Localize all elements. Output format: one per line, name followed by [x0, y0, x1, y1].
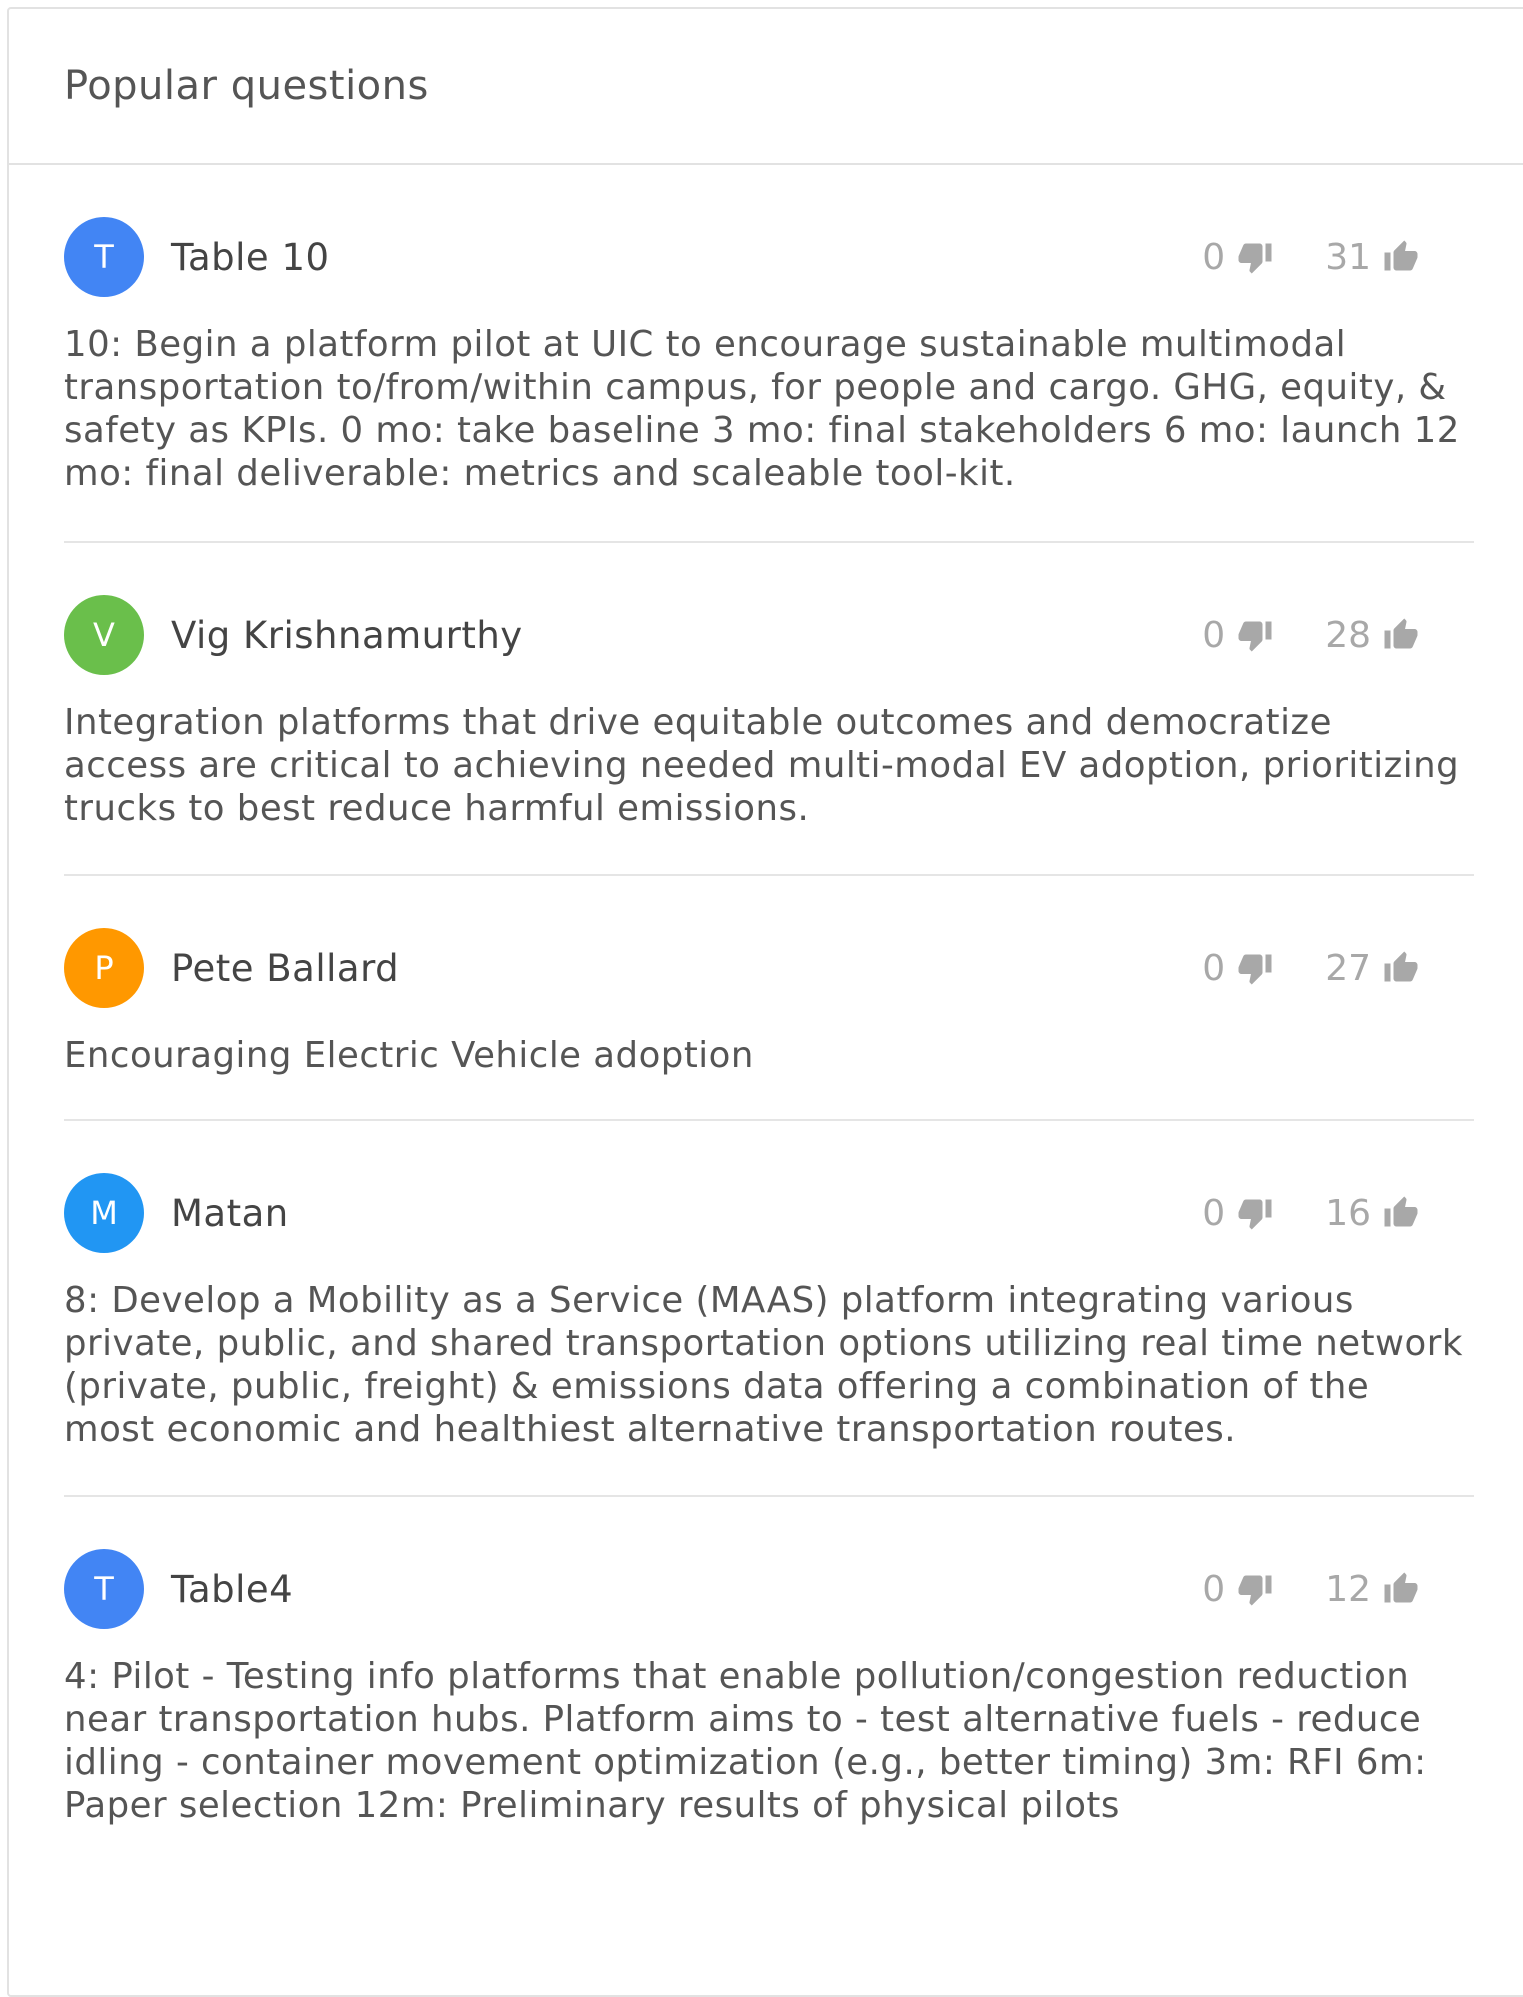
panel-header: Popular questions [9, 9, 1523, 165]
question-header: V Vig Krishnamurthy 0 28 [64, 595, 1474, 675]
question-list: T Table 10 0 31 10: Begin a platform pil… [9, 165, 1523, 1867]
question-text: Encouraging Electric Vehicle adoption [64, 1035, 754, 1076]
avatar: T [64, 217, 144, 297]
avatar: T [64, 1549, 144, 1629]
upvote-button[interactable]: 16 [1325, 1193, 1419, 1234]
thumbs-down-icon [1238, 954, 1272, 985]
avatar: M [64, 1173, 144, 1253]
downvote-count: 0 [1202, 1192, 1226, 1234]
thumbs-up-icon [1384, 1196, 1418, 1227]
downvote-button[interactable]: 0 [1202, 1193, 1273, 1234]
author-name: Table 10 [171, 235, 330, 279]
upvote-button[interactable]: 12 [1325, 1569, 1419, 1610]
question-item: V Vig Krishnamurthy 0 28 Integration pla… [64, 543, 1474, 876]
downvote-button[interactable]: 0 [1202, 948, 1273, 989]
upvote-button[interactable]: 28 [1325, 615, 1419, 656]
thumbs-down-icon [1238, 243, 1272, 274]
downvote-button[interactable]: 0 [1202, 1569, 1273, 1610]
thumbs-down-icon [1238, 1199, 1272, 1230]
upvote-button[interactable]: 27 [1325, 948, 1419, 989]
popular-questions-panel: Popular questions T Table 10 0 31 10: Be… [7, 7, 1523, 1997]
author-name: Pete Ballard [171, 946, 400, 990]
upvote-count: 28 [1325, 614, 1371, 656]
thumbs-up-icon [1384, 618, 1418, 649]
question-header: T Table4 0 12 [64, 1549, 1474, 1629]
author-name: Vig Krishnamurthy [171, 613, 523, 657]
thumbs-up-icon [1384, 951, 1418, 982]
upvote-count: 16 [1325, 1192, 1371, 1234]
avatar: P [64, 928, 144, 1008]
author-name: Table4 [171, 1567, 294, 1611]
downvote-count: 0 [1202, 236, 1226, 278]
thumbs-down-icon [1238, 1575, 1272, 1606]
avatar: V [64, 595, 144, 675]
thumbs-up-icon [1384, 240, 1418, 271]
vote-controls: 0 31 [1202, 217, 1419, 297]
vote-controls: 0 12 [1202, 1549, 1419, 1629]
question-item: P Pete Ballard 0 27 Encouraging Electric… [64, 876, 1474, 1121]
question-header: M Matan 0 16 [64, 1173, 1474, 1253]
question-header: P Pete Ballard 0 27 [64, 928, 1474, 1008]
author-name: Matan [171, 1191, 289, 1235]
downvote-button[interactable]: 0 [1202, 615, 1273, 656]
question-item: M Matan 0 16 8: Develop a Mobility as a … [64, 1121, 1474, 1497]
vote-controls: 0 28 [1202, 595, 1419, 675]
downvote-count: 0 [1202, 1568, 1226, 1610]
upvote-count: 31 [1325, 236, 1371, 278]
downvote-count: 0 [1202, 947, 1226, 989]
question-text: Integration platforms that drive equitab… [64, 702, 1460, 829]
question-text: 4: Pilot - Testing info platforms that e… [64, 1656, 1427, 1826]
vote-controls: 0 16 [1202, 1173, 1419, 1253]
vote-controls: 0 27 [1202, 928, 1419, 1008]
downvote-button[interactable]: 0 [1202, 237, 1273, 278]
thumbs-down-icon [1238, 621, 1272, 652]
downvote-count: 0 [1202, 614, 1226, 656]
upvote-count: 12 [1325, 1568, 1371, 1610]
upvote-count: 27 [1325, 947, 1371, 989]
question-item: T Table 10 0 31 10: Begin a platform pil… [64, 165, 1474, 543]
question-text: 8: Develop a Mobility as a Service (MAAS… [64, 1280, 1463, 1450]
panel-title: Popular questions [64, 63, 429, 109]
thumbs-up-icon [1384, 1572, 1418, 1603]
question-header: T Table 10 0 31 [64, 217, 1474, 297]
upvote-button[interactable]: 31 [1325, 237, 1419, 278]
question-text: 10: Begin a platform pilot at UIC to enc… [64, 324, 1460, 494]
question-item: T Table4 0 12 4: Pilot - Testing info pl… [64, 1497, 1474, 1867]
